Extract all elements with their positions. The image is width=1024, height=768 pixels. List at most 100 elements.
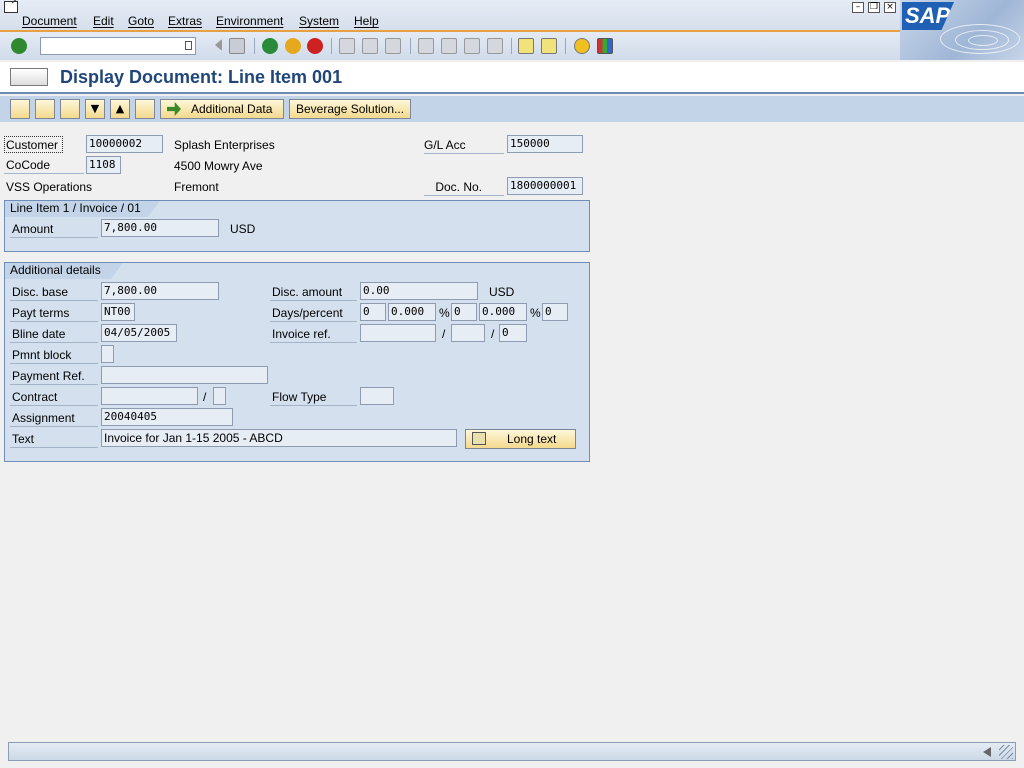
invoice-ref-label: Invoice ref. — [270, 326, 357, 343]
last-page-icon[interactable] — [487, 38, 503, 54]
print-icon[interactable] — [339, 38, 355, 54]
days2-field[interactable]: 0 — [451, 303, 477, 321]
menu-document[interactable]: Document — [22, 14, 77, 28]
percent2-field[interactable]: 0.000 — [479, 303, 527, 321]
text-label: Text — [10, 431, 98, 448]
percent1-sign: % — [439, 306, 450, 320]
customer-field[interactable]: 10000002 — [86, 135, 163, 153]
gl-acc-field[interactable]: 150000 — [507, 135, 583, 153]
disc-amount-label: Disc. amount — [270, 284, 357, 301]
days1-field[interactable]: 0 — [360, 303, 386, 321]
payt-terms-label: Payt terms — [10, 305, 98, 322]
invoice-ref-item-slash: / — [491, 327, 495, 341]
line-item-group-title: Line Item 1 / Invoice / 01 — [5, 201, 160, 217]
payt-terms-field[interactable]: NT00 — [101, 303, 135, 321]
long-text-label: Long text — [507, 432, 557, 446]
find-next-icon[interactable] — [385, 38, 401, 54]
disc-amount-field[interactable]: 0.00 — [360, 282, 478, 300]
next-page-icon[interactable] — [464, 38, 480, 54]
status-bar — [8, 742, 1016, 761]
assignment-field[interactable]: 20040405 — [101, 408, 233, 426]
flow-type-field[interactable] — [360, 387, 394, 405]
invoice-ref-year-field[interactable] — [451, 324, 485, 342]
menu-extras[interactable]: Extras — [168, 14, 202, 28]
document-overview-icon[interactable] — [35, 99, 55, 119]
gl-acc-label: G/L Acc — [424, 137, 504, 154]
enter-icon[interactable] — [11, 38, 27, 54]
pmnt-block-field[interactable] — [101, 345, 114, 363]
shortcut-icon[interactable] — [541, 38, 557, 54]
payment-ref-label: Payment Ref. — [10, 368, 98, 385]
customer-label: Customer — [4, 136, 63, 153]
invoice-ref-field[interactable] — [360, 324, 436, 342]
next-item-icon[interactable]: ▼ — [85, 99, 105, 119]
resize-grip-icon[interactable] — [999, 745, 1013, 759]
doc-no-field[interactable]: 1800000001 — [507, 177, 583, 195]
restore-icon[interactable]: ❐ — [868, 2, 880, 13]
menu-system[interactable]: System — [299, 14, 339, 28]
menu-goto[interactable]: Goto — [128, 14, 154, 28]
contract-type-field[interactable] — [213, 387, 226, 405]
close-icon[interactable]: × — [884, 2, 896, 13]
reset-icon[interactable] — [135, 99, 155, 119]
additional-data-button[interactable]: Additional Data — [160, 99, 284, 119]
toolbar-separator — [410, 38, 411, 54]
company-name: VSS Operations — [6, 180, 93, 194]
street-address: 4500 Mowry Ave — [174, 159, 263, 173]
amount-label: Amount — [10, 221, 98, 238]
additional-details-group-title: Additional details — [5, 263, 123, 279]
toolbar-separator — [565, 38, 566, 54]
contract-slash: / — [203, 390, 207, 404]
text-field[interactable]: Invoice for Jan 1-15 2005 - ABCD — [101, 429, 457, 447]
system-menu-icon[interactable] — [4, 1, 18, 13]
first-page-icon[interactable] — [418, 38, 434, 54]
bline-date-field[interactable]: 04/05/2005 — [101, 324, 177, 342]
doc-no-label: Doc. No. — [424, 179, 504, 196]
beverage-solution-button[interactable]: Beverage Solution... — [289, 99, 411, 119]
previous-item-icon[interactable]: ▲ — [110, 99, 130, 119]
toolbar-separator — [254, 38, 255, 54]
cancel-icon[interactable] — [307, 38, 323, 54]
amount-currency: USD — [230, 222, 256, 236]
days3-field[interactable]: 0 — [542, 303, 568, 321]
bline-date-label: Bline date — [10, 326, 98, 343]
sap-logo-text: SAP — [902, 2, 954, 30]
pmnt-block-label: Pmnt block — [10, 347, 98, 364]
previous-page-icon[interactable] — [441, 38, 457, 54]
menu-edit[interactable]: Edit — [93, 14, 114, 28]
percent1-field[interactable]: 0.000 — [388, 303, 436, 321]
customer-icon[interactable] — [60, 99, 80, 119]
find-icon[interactable] — [362, 38, 378, 54]
exit-icon[interactable] — [285, 38, 301, 54]
help-icon[interactable] — [574, 38, 590, 54]
history-dropdown-icon[interactable] — [185, 41, 192, 50]
minimize-icon[interactable]: – — [852, 2, 864, 13]
contract-field[interactable] — [101, 387, 198, 405]
layout-menu-icon[interactable] — [597, 38, 613, 54]
long-text-icon — [472, 432, 486, 445]
menu-help[interactable]: Help — [354, 14, 379, 28]
customer-name: Splash Enterprises — [174, 138, 275, 152]
document-switch-icon[interactable] — [10, 68, 48, 86]
amount-field[interactable]: 7,800.00 — [101, 219, 219, 237]
toolbar-separator — [511, 38, 512, 54]
command-field[interactable] — [40, 37, 196, 55]
create-session-icon[interactable] — [518, 38, 534, 54]
cocode-label: CoCode — [4, 157, 84, 174]
back-icon[interactable] — [262, 38, 278, 54]
menu-environment[interactable]: Environment — [216, 14, 283, 28]
cocode-field[interactable]: 1108 — [86, 156, 121, 174]
save-icon[interactable] — [229, 38, 245, 54]
days-percent-label: Days/percent — [270, 305, 357, 322]
payment-ref-field[interactable] — [101, 366, 268, 384]
display-change-icon[interactable] — [10, 99, 30, 119]
arrow-left-icon[interactable] — [208, 39, 222, 51]
status-expand-icon[interactable] — [983, 747, 991, 757]
invoice-ref-item-field[interactable]: 0 — [499, 324, 527, 342]
contract-label: Contract — [10, 389, 98, 406]
disc-base-label: Disc. base — [10, 284, 98, 301]
logo-ripple — [968, 35, 998, 46]
page-title: Display Document: Line Item 001 — [60, 67, 343, 87]
long-text-button[interactable]: Long text — [465, 429, 576, 449]
disc-base-field[interactable]: 7,800.00 — [101, 282, 219, 300]
